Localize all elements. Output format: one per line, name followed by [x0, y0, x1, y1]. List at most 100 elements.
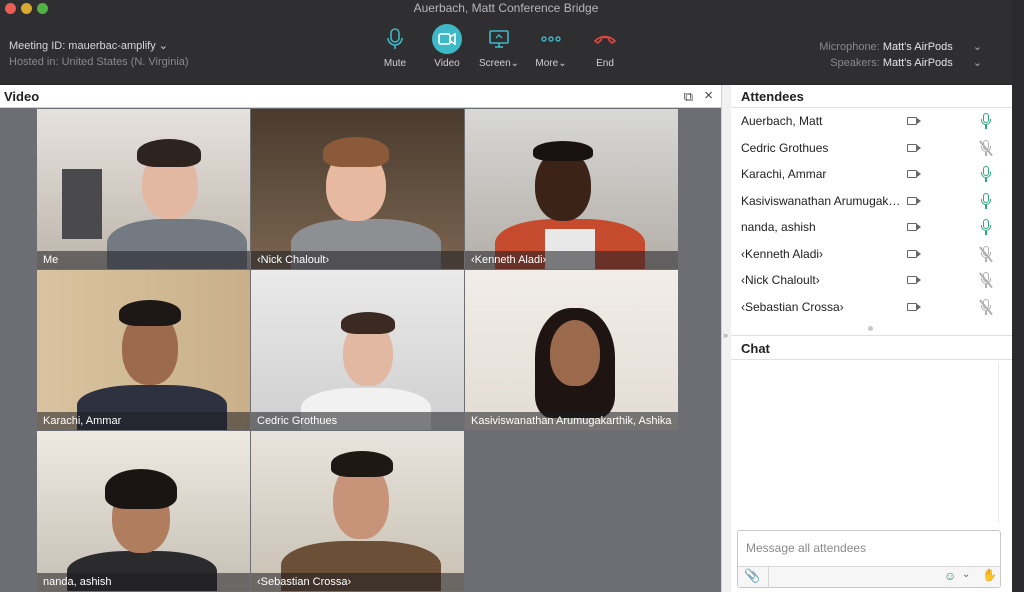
end-label: End — [596, 58, 614, 69]
video-button[interactable]: Video — [422, 24, 472, 69]
microphone-select[interactable]: Microphone: Matt's AirPods ⌄ — [819, 39, 982, 55]
microphone-muted-icon — [981, 139, 991, 157]
panel-divider[interactable]: » — [721, 85, 731, 592]
attendee-name: Kasiviswanathan Arumugakarthik, Ashika — [741, 193, 903, 208]
title-bar: Auerbach, Matt Conference Bridge — [0, 0, 1012, 20]
tile-name: ‹Sebastian Crossa› — [251, 573, 464, 591]
attendee-name: Karachi, Ammar — [741, 167, 827, 181]
camera-icon — [907, 249, 921, 258]
tile-name: Cedric Grothues — [251, 412, 464, 430]
camera-icon — [907, 143, 921, 152]
tile-name: nanda, ashish — [37, 573, 250, 591]
conference-app: Auerbach, Matt Conference Bridge Meeting… — [0, 0, 1024, 592]
camera-icon — [907, 117, 921, 125]
attendee-name: ‹Sebastian Crossa› — [741, 299, 844, 314]
camera-icon — [907, 170, 921, 178]
chat-scrollbar[interactable] — [998, 363, 999, 523]
attendee-row[interactable]: ‹Kenneth Aladi› — [731, 242, 1012, 268]
more-button[interactable]: More⌄ — [526, 24, 576, 69]
attendee-name: nanda, ashish — [741, 220, 816, 234]
microphone-muted-icon — [981, 245, 991, 263]
video-tile-nick[interactable]: ‹Nick Chaloult› — [251, 109, 464, 269]
more-label: More⌄ — [535, 58, 567, 69]
chevron-down-icon[interactable]: ⌄ — [962, 569, 970, 580]
attendee-row[interactable]: nanda, ashish — [731, 215, 1012, 241]
video-panel-header: Video ⧉ × — [0, 85, 721, 108]
video-label: Video — [434, 58, 460, 69]
composer-toolbar: 📎 ☺ ⌄ ✋ — [738, 566, 1000, 588]
hosted-region: Hosted in: United States (N. Virginia) — [9, 56, 189, 68]
video-tile-ashish[interactable]: nanda, ashish — [37, 431, 250, 591]
tile-name: Me — [37, 251, 250, 269]
tile-name: Kasiviswanathan Arumugakarthik, Ashika — [465, 412, 678, 430]
meeting-id-label: Meeting ID: mauerbac-amplify — [9, 40, 156, 52]
video-tile-kenneth[interactable]: ‹Kenneth Aladi› — [465, 109, 678, 269]
attendee-row[interactable]: Kasiviswanathan Arumugakarthik, Ashika — [731, 189, 1012, 215]
attendee-row[interactable]: Karachi, Ammar — [731, 162, 1012, 188]
screen-share-icon — [484, 24, 514, 54]
minimize-window-button[interactable] — [21, 3, 32, 14]
tile-name: ‹Nick Chaloult› — [251, 251, 464, 269]
video-panel: Video ⧉ × Me ‹Nick Chaloult› ‹Kenneth Al… — [0, 85, 721, 592]
mute-button[interactable]: Mute — [370, 24, 420, 69]
chevron-down-icon: ⌄ — [972, 57, 982, 69]
window-title: Auerbach, Matt Conference Bridge — [413, 1, 599, 15]
mute-label: Mute — [383, 58, 407, 69]
meeting-id-dropdown[interactable]: Meeting ID: mauerbac-amplify ⌄ — [9, 39, 168, 52]
chat-messages — [731, 360, 1012, 530]
microphone-icon — [981, 219, 991, 236]
microphone-icon — [981, 166, 991, 183]
attendees-header: Attendees — [731, 85, 1012, 108]
background-window-edge — [1012, 0, 1024, 592]
chat-message-input[interactable] — [738, 531, 1000, 565]
tile-name: ‹Kenneth Aladi› — [465, 251, 678, 269]
tile-name: Karachi, Ammar — [37, 412, 250, 430]
attendee-row[interactable]: Cedric Grothues — [731, 136, 1012, 162]
zoom-window-button[interactable] — [37, 3, 48, 14]
end-button[interactable]: End — [580, 24, 630, 69]
microphone-icon — [981, 192, 991, 210]
audio-devices: Microphone: Matt's AirPods ⌄ Speakers: Ma… — [819, 39, 982, 71]
microphone-muted-icon — [981, 298, 991, 316]
emoji-icon[interactable]: ☺ — [944, 569, 956, 583]
camera-icon — [907, 196, 921, 205]
close-window-button[interactable] — [5, 3, 16, 14]
chevron-down-icon: ⌄ — [158, 40, 169, 52]
speakers-select[interactable]: Speakers: Matt's AirPods ⌄ — [819, 55, 982, 71]
attendee-row[interactable]: Auerbach, Matt — [731, 109, 1012, 135]
chat-header: Chat — [731, 336, 1012, 360]
video-tile-ammar[interactable]: Karachi, Ammar — [37, 270, 250, 430]
video-tile-cedric[interactable]: Cedric Grothues — [251, 270, 464, 430]
video-tile-ashika[interactable]: Kasiviswanathan Arumugakarthik, Ashika — [465, 270, 678, 430]
microphone-icon — [981, 113, 991, 130]
screen-button[interactable]: Screen⌄ — [474, 24, 524, 69]
microphone-muted-icon — [981, 272, 991, 289]
chat-title: Chat — [741, 341, 770, 356]
camera-icon — [907, 223, 921, 231]
attendee-row[interactable]: ‹Sebastian Crossa› — [731, 295, 1012, 321]
camera-icon — [907, 302, 921, 311]
raise-hand-icon[interactable]: ✋ — [982, 568, 997, 582]
toolbar: Meeting ID: mauerbac-amplify ⌄ Hosted in… — [0, 20, 1012, 83]
video-tile-me[interactable]: Me — [37, 109, 250, 269]
chevron-down-icon: ⌄ — [972, 41, 982, 53]
close-icon[interactable]: × — [704, 87, 713, 104]
chat-composer: 📎 ☺ ⌄ ✋ — [737, 530, 1001, 588]
popout-icon[interactable]: ⧉ — [684, 89, 693, 105]
side-panel: Attendees Auerbach, Matt Cedric Grothues K… — [731, 85, 1012, 592]
resize-handle[interactable] — [731, 326, 1012, 336]
video-camera-icon — [432, 24, 462, 54]
attendee-name: Auerbach, Matt — [741, 114, 823, 128]
attendee-name: ‹Kenneth Aladi› — [741, 246, 824, 261]
collapse-icon[interactable]: » — [723, 330, 728, 340]
attendee-name: Cedric Grothues — [741, 140, 829, 155]
video-panel-title: Video — [4, 89, 40, 104]
attendees-title: Attendees — [741, 89, 804, 104]
attendee-row[interactable]: ‹Nick Chaloult› — [731, 268, 1012, 294]
screen-label: Screen⌄ — [478, 58, 520, 69]
paperclip-icon[interactable]: 📎 — [744, 568, 760, 584]
video-tile-sebastian[interactable]: ‹Sebastian Crossa› — [251, 431, 464, 591]
camera-icon — [907, 276, 921, 284]
end-call-icon — [590, 24, 620, 54]
more-dots-icon — [536, 24, 566, 54]
